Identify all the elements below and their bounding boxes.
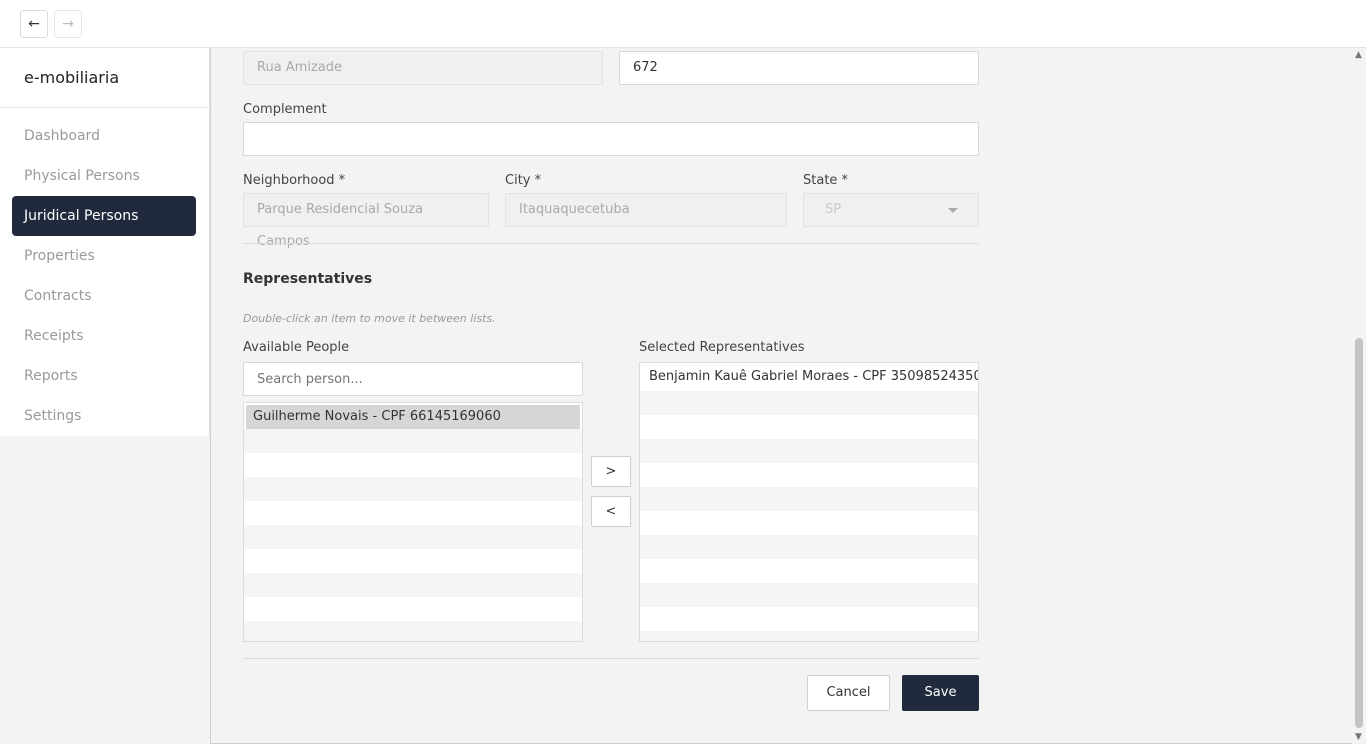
sidebar-item-juridical-persons[interactable]: Juridical Persons (12, 196, 196, 236)
list-item-empty (640, 607, 978, 631)
list-item-empty (640, 391, 978, 415)
sidebar-item-properties[interactable]: Properties (0, 236, 209, 276)
list-item-empty (244, 501, 582, 525)
list-item-empty (244, 453, 582, 477)
state-select[interactable]: SP (803, 193, 979, 227)
complement-label: Complement (243, 102, 327, 117)
scrollbar-thumb[interactable] (1355, 338, 1363, 728)
available-people-list[interactable]: Guilherme Novais - CPF 66145169060 (243, 402, 583, 642)
search-person-input[interactable] (243, 362, 583, 396)
vertical-scrollbar[interactable]: ▲ ▼ (1352, 48, 1366, 744)
list-item[interactable]: Guilherme Novais - CPF 66145169060 (246, 405, 580, 429)
cancel-button[interactable]: Cancel (807, 675, 890, 711)
chevron-down-icon (948, 208, 958, 213)
back-arrow-icon[interactable]: ← (20, 10, 48, 38)
top-toolbar: ← → (0, 0, 1366, 48)
sidebar-menu: Dashboard Physical Persons Juridical Per… (0, 108, 209, 436)
forward-arrow-icon[interactable]: → (54, 10, 82, 38)
list-item-empty (244, 477, 582, 501)
section-divider (243, 243, 979, 244)
footer-divider (243, 658, 979, 659)
street-input[interactable]: Rua Amizade (243, 51, 603, 85)
move-left-button[interactable]: < (591, 496, 631, 527)
list-item-empty (640, 463, 978, 487)
city-input[interactable]: Itaquaquecetuba (505, 193, 787, 227)
sidebar-item-contracts[interactable]: Contracts (0, 276, 209, 316)
sidebar-item-dashboard[interactable]: Dashboard (0, 116, 209, 156)
state-value: SP (825, 202, 842, 217)
list-item-empty (244, 525, 582, 549)
list-item-empty (640, 583, 978, 607)
scroll-down-icon[interactable]: ▼ (1355, 732, 1362, 742)
sidebar: e-mobiliaria Dashboard Physical Persons … (0, 48, 210, 436)
representatives-title: Representatives (243, 271, 373, 287)
list-item-empty (640, 439, 978, 463)
sidebar-item-physical-persons[interactable]: Physical Persons (0, 156, 209, 196)
list-item-empty (640, 559, 978, 583)
save-button[interactable]: Save (902, 675, 979, 711)
sidebar-item-settings[interactable]: Settings (0, 396, 209, 436)
list-item-empty (640, 535, 978, 559)
list-item-empty (244, 429, 582, 453)
list-item-empty (640, 487, 978, 511)
app-brand: e-mobiliaria (0, 48, 209, 108)
city-label: City * (505, 173, 542, 188)
list-item-empty (244, 573, 582, 597)
scroll-up-icon[interactable]: ▲ (1355, 50, 1362, 60)
state-label: State * (803, 173, 849, 188)
number-input[interactable]: 672 (619, 51, 979, 85)
list-item-empty (244, 549, 582, 573)
neighborhood-input[interactable]: Parque Residencial Souza Campos (243, 193, 489, 249)
representatives-hint: Double-click an item to move it between … (243, 312, 496, 325)
complement-input[interactable] (243, 122, 979, 156)
list-item[interactable]: Benjamin Kauê Gabriel Moraes - CPF 35098… (640, 363, 978, 391)
list-item-empty (640, 511, 978, 535)
neighborhood-label: Neighborhood * (243, 173, 346, 188)
list-item-empty (640, 415, 978, 439)
selected-representatives-label: Selected Representatives (639, 340, 805, 355)
list-item-empty (244, 621, 582, 641)
sidebar-item-receipts[interactable]: Receipts (0, 316, 209, 356)
available-people-label: Available People (243, 340, 350, 355)
list-item-empty (244, 597, 582, 621)
list-item-empty (640, 631, 978, 641)
selected-representatives-list[interactable]: Benjamin Kauê Gabriel Moraes - CPF 35098… (639, 362, 979, 642)
sidebar-item-reports[interactable]: Reports (0, 356, 209, 396)
move-right-button[interactable]: > (591, 456, 631, 487)
